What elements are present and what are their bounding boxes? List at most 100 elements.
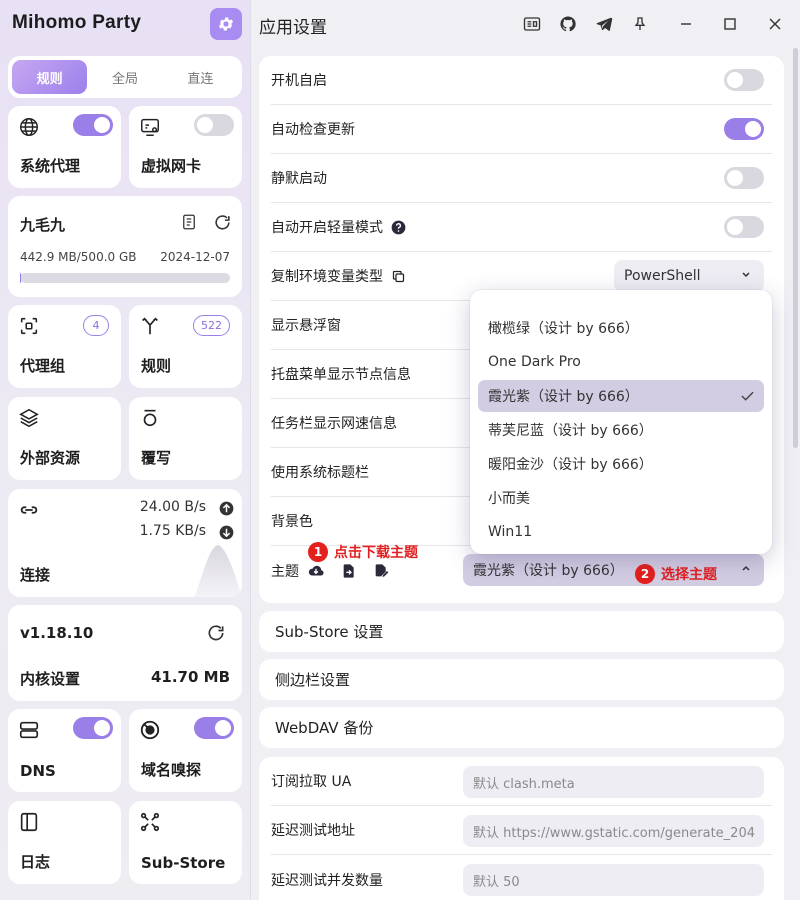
- release-notes-icon[interactable]: [522, 14, 542, 34]
- profile-card[interactable]: 九毛九 442.9 MB/500.0 GB 2024-12-07: [8, 196, 242, 297]
- connections-label: 连接: [20, 566, 51, 584]
- setting-row-autostart: 开机自启: [271, 56, 772, 105]
- concurrency-input[interactable]: 默认 50: [463, 864, 764, 896]
- env-type-select[interactable]: PowerShell: [614, 260, 764, 292]
- globe-icon: [20, 118, 38, 136]
- dns-card[interactable]: DNS: [8, 709, 121, 792]
- substore-settings-section[interactable]: Sub-Store 设置: [259, 611, 784, 652]
- setting-row-concurrency: 延迟测试并发数量 默认 50: [271, 855, 772, 900]
- setting-row-auto-update: 自动检查更新: [271, 105, 772, 154]
- mode-direct-tab[interactable]: 直连: [163, 60, 238, 94]
- help-icon[interactable]: [391, 220, 406, 235]
- layers-icon: [19, 408, 39, 428]
- env-type-label-wrap: 复制环境变量类型: [271, 266, 406, 286]
- theme-option[interactable]: 橄榄绿（设计 by 666）: [478, 312, 764, 344]
- setting-row-silent-start: 静默启动: [271, 154, 772, 203]
- sidebar-settings-section[interactable]: 侧边栏设置: [259, 659, 784, 700]
- theme-label: 主题: [271, 563, 299, 580]
- download-speed: 1.75 KB/s: [139, 523, 206, 539]
- dropdown-scroll-hint: [488, 290, 492, 298]
- mode-switcher: 规则 全局 直连: [8, 56, 242, 98]
- webdav-backup-section[interactable]: WebDAV 备份: [259, 707, 784, 748]
- network-settings-section: 订阅拉取 UA 默认 clash.meta 延迟测试地址 默认 https://…: [259, 757, 784, 900]
- theme-option[interactable]: 小而美: [478, 482, 764, 514]
- system-proxy-toggle[interactable]: [73, 114, 113, 136]
- core-card[interactable]: v1.18.10 内核设置 41.70 MB: [8, 605, 242, 701]
- tun-toggle[interactable]: [194, 114, 234, 136]
- bg-color-label: 背景色: [271, 514, 313, 530]
- app-logo: Mihomo Party: [12, 12, 142, 33]
- proxy-groups-label: 代理组: [20, 357, 66, 375]
- settings-button[interactable]: [210, 8, 242, 40]
- refresh-icon[interactable]: [213, 213, 232, 232]
- rules-label: 规则: [141, 357, 172, 375]
- theme-select[interactable]: 霞光紫（设计 by 666）: [463, 554, 764, 586]
- cloud-download-icon[interactable]: [307, 562, 325, 580]
- maximize-icon[interactable]: [720, 14, 740, 34]
- ua-label: 订阅拉取 UA: [271, 774, 352, 790]
- theme-label-wrap: 主题: [271, 561, 389, 581]
- delay-url-input[interactable]: 默认 https://www.gstatic.com/generate_204: [463, 815, 764, 847]
- lightweight-toggle[interactable]: [724, 216, 764, 238]
- page-title: 应用设置: [259, 18, 327, 38]
- auto-update-toggle[interactable]: [724, 118, 764, 140]
- mode-global-tab[interactable]: 全局: [87, 60, 162, 94]
- sniff-card[interactable]: 域名嗅探: [129, 709, 242, 792]
- scan-icon: [20, 317, 38, 335]
- import-theme-icon[interactable]: [341, 563, 357, 579]
- logs-label: 日志: [20, 853, 51, 871]
- upload-arrow-icon: [219, 501, 234, 516]
- theme-option[interactable]: Win11: [478, 516, 764, 548]
- rules-card[interactable]: 522 规则: [129, 305, 242, 388]
- lightweight-label-wrap: 自动开启轻量模式: [271, 217, 406, 237]
- ua-input[interactable]: 默认 clash.meta: [463, 766, 764, 798]
- server-icon: [19, 721, 39, 739]
- theme-option[interactable]: 暖阳金沙（设计 by 666）: [478, 448, 764, 480]
- delay-url-label: 延迟测试地址: [271, 823, 355, 839]
- resources-label: 外部资源: [20, 449, 81, 467]
- core-settings-label: 内核设置: [20, 670, 81, 688]
- resources-card[interactable]: 外部资源: [8, 397, 121, 480]
- theme-value: 霞光紫（设计 by 666）: [473, 563, 624, 579]
- theme-option-selected[interactable]: 霞光紫（设计 by 666）: [478, 380, 764, 412]
- annotation-number: 1: [308, 542, 328, 562]
- theme-option[interactable]: One Dark Pro: [478, 346, 764, 378]
- core-version: v1.18.10: [20, 624, 94, 642]
- profile-name: 九毛九: [20, 216, 66, 234]
- check-icon: [741, 391, 754, 401]
- annotation-text: 选择主题: [661, 567, 717, 583]
- minimize-icon[interactable]: [676, 14, 696, 34]
- theme-option[interactable]: 蒂芙尼蓝（设计 by 666）: [478, 414, 764, 446]
- silent-start-toggle[interactable]: [724, 167, 764, 189]
- auto-update-label: 自动检查更新: [271, 122, 355, 138]
- system-proxy-card[interactable]: 系统代理: [8, 106, 121, 188]
- tray-node-label: 托盘菜单显示节点信息: [271, 367, 411, 383]
- scrollbar[interactable]: [791, 48, 799, 448]
- substore-card[interactable]: Sub-Store: [129, 801, 242, 884]
- pin-icon[interactable]: [630, 14, 650, 34]
- telegram-icon[interactable]: [594, 14, 614, 34]
- override-card[interactable]: 覆写: [129, 397, 242, 480]
- usage-progress-bar: [20, 273, 230, 283]
- setting-row-lightweight: 自动开启轻量模式: [271, 203, 772, 252]
- sniff-toggle[interactable]: [194, 717, 234, 739]
- autostart-label: 开机自启: [271, 73, 327, 89]
- mode-rule-tab[interactable]: 规则: [12, 60, 88, 94]
- logs-card[interactable]: 日志: [8, 801, 121, 884]
- tun-card[interactable]: 虚拟网卡: [129, 106, 242, 188]
- restart-core-icon[interactable]: [206, 623, 226, 643]
- env-type-value: PowerShell: [624, 268, 701, 284]
- theme-dropdown: 橄榄绿（设计 by 666） One Dark Pro 霞光紫（设计 by 66…: [470, 290, 772, 554]
- chevron-up-icon: [742, 565, 750, 571]
- sniff-label: 域名嗅探: [141, 761, 202, 779]
- close-icon[interactable]: [765, 14, 785, 34]
- edit-theme-icon[interactable]: [373, 563, 389, 579]
- core-memory: 41.70 MB: [150, 668, 230, 686]
- github-icon[interactable]: [558, 14, 578, 34]
- proxy-groups-card[interactable]: 4 代理组: [8, 305, 121, 388]
- copy-icon[interactable]: [391, 269, 406, 284]
- connections-card[interactable]: 24.00 B/s 1.75 KB/s 连接: [8, 489, 242, 597]
- dns-toggle[interactable]: [73, 717, 113, 739]
- autostart-toggle[interactable]: [724, 69, 764, 91]
- document-icon[interactable]: [180, 213, 198, 231]
